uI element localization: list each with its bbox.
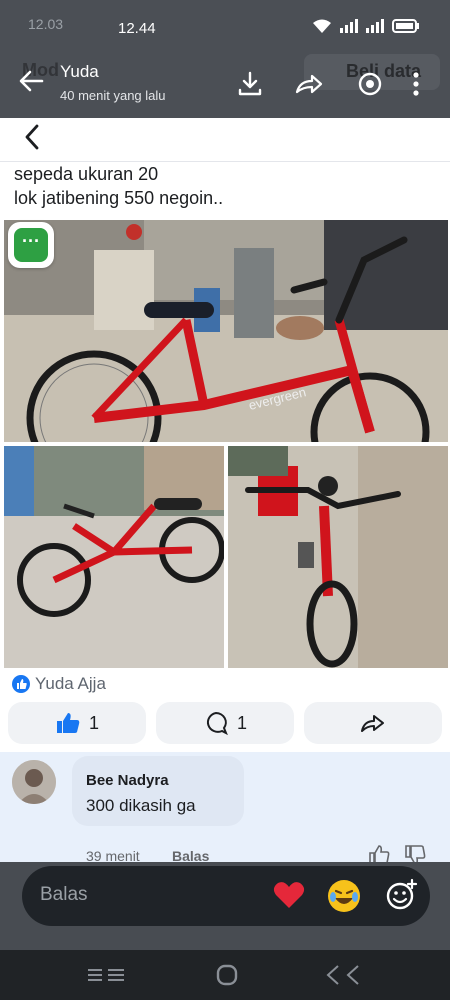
commenter-name[interactable]: Bee Nadyra xyxy=(86,772,169,789)
system-navigation-bar xyxy=(0,950,450,1000)
bike-photo-main[interactable]: evergreen xyxy=(4,220,448,442)
top-overlay: 12.03 12.44 Mod Beli data Yuda 40 menit … xyxy=(0,0,450,118)
reactor-name: Yuda Ajja xyxy=(35,674,106,693)
signal-icon xyxy=(340,19,358,33)
back-arrow-icon[interactable] xyxy=(16,66,46,96)
post-text-line-2: lok jatibening 550 negoin.. xyxy=(14,188,224,208)
post-text-line-1: sepeda ukuran 20 xyxy=(14,164,159,184)
comment-count: 1 xyxy=(236,712,247,733)
battery-icon xyxy=(392,19,419,33)
recent-apps-icon[interactable] xyxy=(86,962,126,988)
comment-button[interactable]: 1 xyxy=(156,702,294,744)
dots-icon: ··· xyxy=(14,228,48,262)
back-nav-icon[interactable] xyxy=(324,962,364,988)
posted-time: 40 menit yang lalu xyxy=(60,88,166,103)
comment-bubble-icon xyxy=(206,711,228,736)
like-button[interactable]: 1 xyxy=(8,702,146,744)
post-nav-bar xyxy=(0,118,450,162)
bike-photo-right[interactable] xyxy=(228,446,448,668)
download-icon[interactable] xyxy=(236,70,264,98)
post-text: sepeda ukuran 20 lok jatibening 550 nego… xyxy=(14,162,223,210)
add-emoji-icon[interactable] xyxy=(384,878,418,912)
more-vertical-icon[interactable] xyxy=(410,70,422,98)
reactions-summary[interactable]: Yuda Ajja xyxy=(12,674,106,694)
camera-icon[interactable] xyxy=(356,70,384,98)
status-time-ghost: 12.03 xyxy=(28,16,64,32)
like-count: 1 xyxy=(88,712,99,733)
post-actions: 1 1 xyxy=(0,702,450,750)
commenter-avatar[interactable] xyxy=(12,760,56,804)
comment-text: 300 dikasih ga xyxy=(86,796,196,815)
home-icon[interactable] xyxy=(212,962,242,988)
story-header: Mod Beli data Yuda 40 menit yang lalu xyxy=(0,48,450,112)
share-button[interactable] xyxy=(304,702,442,744)
shared-post: sepeda ukuran 20 lok jatibening 550 nego… xyxy=(0,118,450,758)
status-time: 12.44 xyxy=(118,20,156,37)
like-badge-icon xyxy=(12,675,30,693)
more-options-chip[interactable]: ··· xyxy=(8,222,54,268)
status-bar: 12.03 12.44 xyxy=(0,0,450,44)
share-arrow-icon xyxy=(361,715,384,732)
heart-reaction-icon[interactable] xyxy=(272,878,306,912)
signal-icon-2 xyxy=(366,19,384,33)
share-forward-icon[interactable] xyxy=(294,70,326,98)
laugh-reaction-icon[interactable] xyxy=(326,878,362,914)
status-icons xyxy=(312,18,420,34)
thumbs-up-icon xyxy=(56,713,80,733)
reply-input[interactable]: Balas xyxy=(40,884,88,906)
post-back-chevron-icon[interactable] xyxy=(18,122,48,152)
comments-section: Bee Nadyra 300 dikasih ga 39 menit Balas xyxy=(0,752,450,865)
poster-name[interactable]: Yuda xyxy=(60,62,99,82)
wifi-icon xyxy=(313,19,331,33)
bike-photo-left[interactable] xyxy=(4,446,224,668)
